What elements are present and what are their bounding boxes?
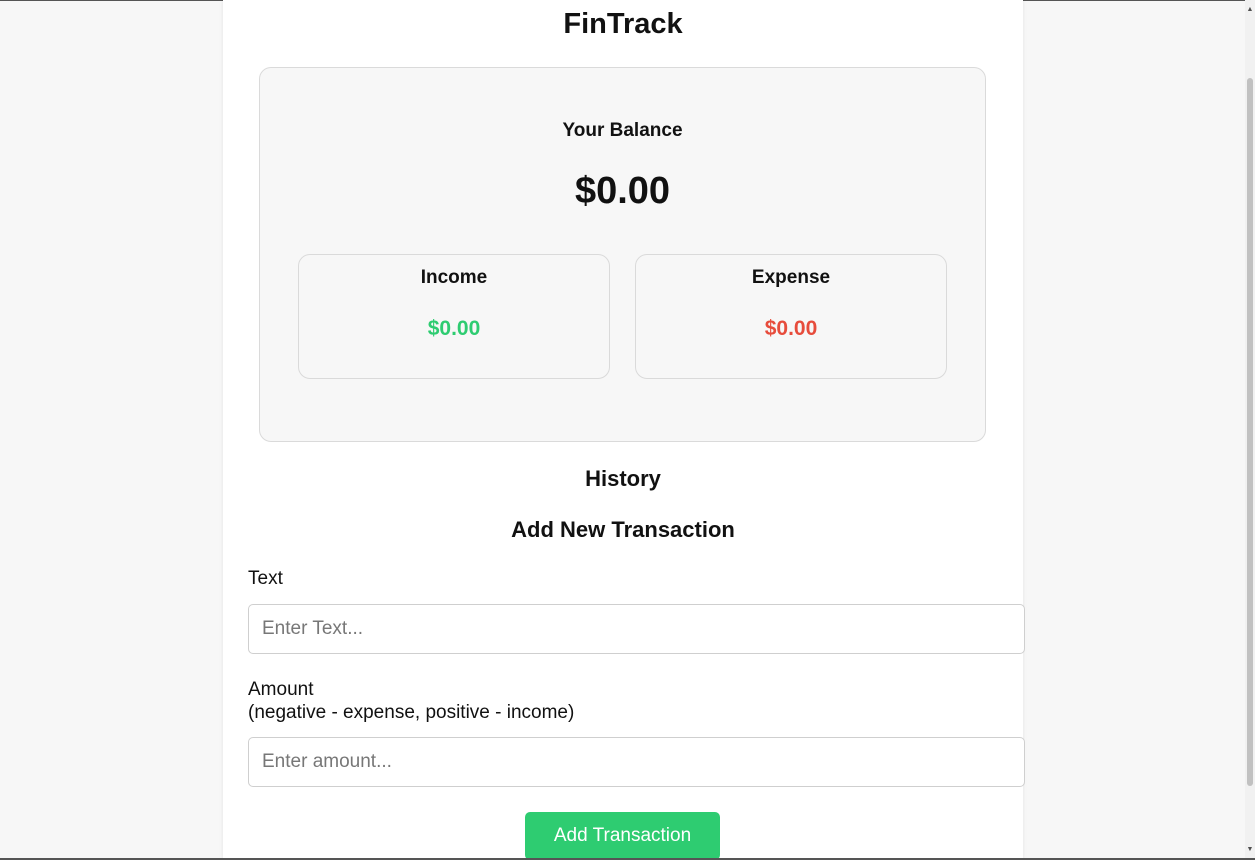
- triangle-up-icon[interactable]: ▲: [1245, 4, 1255, 16]
- triangle-down-icon[interactable]: ▼: [1245, 844, 1255, 856]
- amount-input[interactable]: [248, 737, 1025, 787]
- income-card: Income $0.00: [298, 254, 610, 379]
- income-label: Income: [420, 267, 488, 288]
- balance-card: Your Balance $0.00 Income $0.00 Expense …: [259, 67, 986, 442]
- expense-value: $0.00: [764, 317, 818, 340]
- app-container: FinTrack Your Balance $0.00 Income $0.00…: [223, 0, 1025, 860]
- balance-label: Your Balance: [562, 120, 683, 141]
- amount-field-label: Amount (negative - expense, positive - i…: [248, 678, 574, 724]
- text-input[interactable]: [248, 604, 1025, 654]
- amount-hint-text: (negative - expense, positive - income): [248, 702, 575, 723]
- add-transaction-title: Add New Transaction: [511, 517, 735, 542]
- add-transaction-button[interactable]: Add Transaction: [525, 812, 720, 860]
- history-title: History: [585, 466, 661, 491]
- page-scrollbar[interactable]: ▲ ▼: [1245, 0, 1255, 860]
- scrollbar-thumb[interactable]: [1247, 78, 1253, 786]
- app-title: FinTrack: [563, 8, 683, 40]
- text-field-label: Text: [248, 568, 283, 589]
- expense-label: Expense: [751, 267, 831, 288]
- balance-value: $0.00: [574, 170, 671, 212]
- amount-label-text: Amount: [248, 679, 314, 700]
- income-value: $0.00: [427, 317, 481, 340]
- expense-card: Expense $0.00: [635, 254, 947, 379]
